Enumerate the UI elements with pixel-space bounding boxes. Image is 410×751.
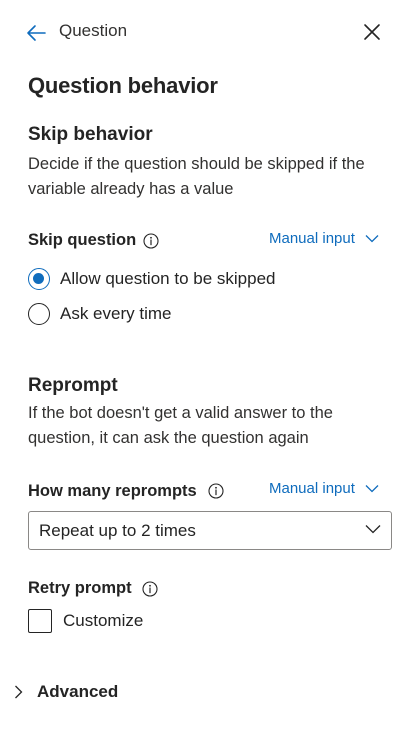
arrow-left-icon[interactable] (24, 21, 48, 45)
skip-behavior-description: Decide if the question should be skipped… (28, 155, 365, 198)
radio-allow-skip-label: Allow question to be skipped (60, 269, 276, 288)
skip-question-mode-label: Manual input (269, 230, 355, 247)
skip-question-label: Skip question (28, 231, 137, 249)
reprompts-mode-dropdown[interactable]: Manual input (269, 480, 379, 497)
customize-label: Customize (63, 611, 144, 630)
customize-checkbox-row[interactable]: Customize (28, 609, 143, 633)
customize-checkbox[interactable] (28, 609, 52, 633)
page-title: Question behavior (28, 73, 218, 98)
reprompt-description: If the bot doesn't get a valid answer to… (28, 404, 333, 447)
reprompt-count-select[interactable]: Repeat up to 2 times (28, 511, 392, 550)
radio-allow-skip[interactable]: Allow question to be skipped (28, 268, 275, 290)
info-icon[interactable] (143, 233, 159, 249)
retry-prompt-label: Retry prompt (28, 579, 132, 597)
chevron-down-icon (365, 485, 379, 493)
radio-button-ask-every-time[interactable] (28, 303, 50, 325)
chevron-down-icon (365, 235, 379, 243)
close-icon[interactable] (361, 21, 383, 43)
chevron-down-icon (365, 525, 381, 534)
info-icon[interactable] (208, 483, 224, 499)
reprompts-label: How many reprompts (28, 482, 197, 500)
reprompts-mode-label: Manual input (269, 480, 355, 497)
panel-header: Question (0, 0, 410, 60)
advanced-expander[interactable]: Advanced (14, 682, 118, 702)
panel-title: Question (59, 21, 128, 40)
info-icon[interactable] (142, 581, 158, 597)
question-properties-panel: Question Question behavior Skip behavior… (0, 0, 410, 751)
chevron-right-icon (15, 685, 23, 699)
radio-ask-every-time-label: Ask every time (60, 304, 172, 323)
reprompt-count-value: Repeat up to 2 times (39, 521, 196, 540)
skip-question-mode-dropdown[interactable]: Manual input (269, 230, 379, 247)
skip-behavior-heading: Skip behavior (28, 124, 153, 145)
advanced-label: Advanced (37, 682, 119, 701)
radio-ask-every-time[interactable]: Ask every time (28, 303, 171, 325)
radio-button-allow-skip[interactable] (28, 268, 50, 290)
reprompt-heading: Reprompt (28, 375, 118, 396)
